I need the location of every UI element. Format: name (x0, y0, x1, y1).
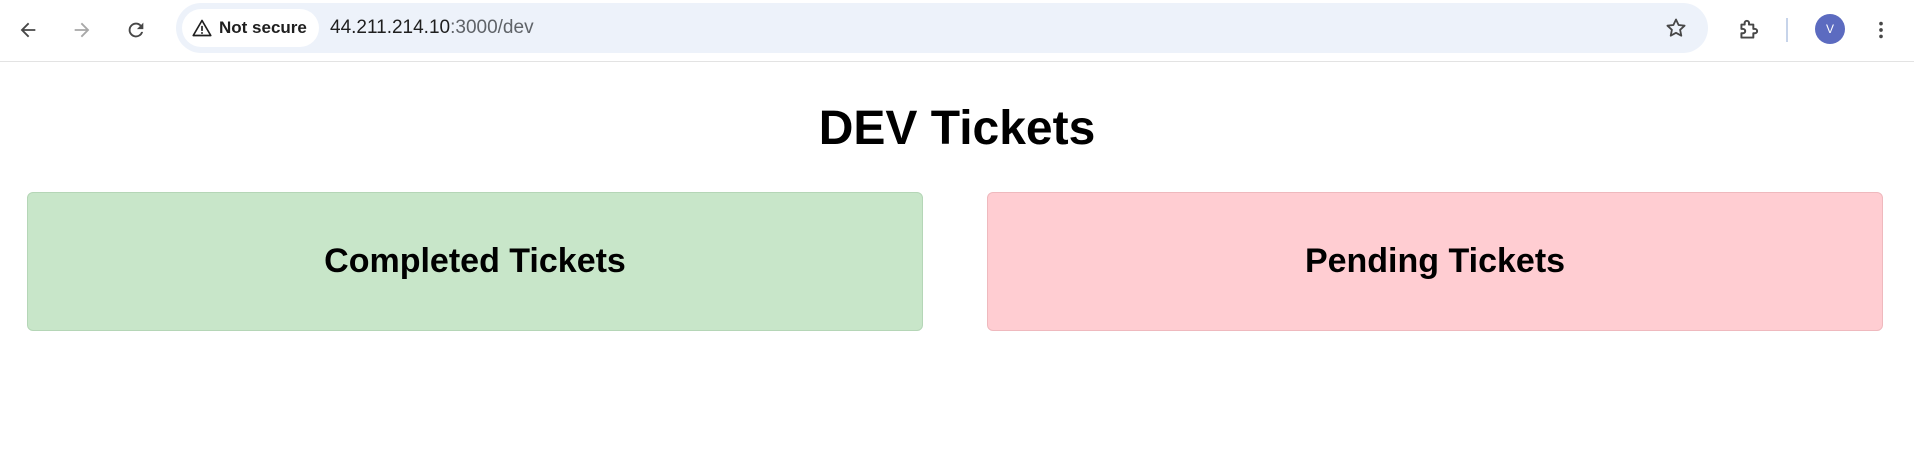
arrow-left-icon (20, 22, 36, 38)
extensions-button[interactable] (1731, 12, 1767, 48)
menu-button[interactable] (1863, 12, 1899, 48)
toolbar-divider (1786, 18, 1788, 42)
bookmark-button[interactable] (1658, 10, 1694, 46)
puzzle-icon (1740, 19, 1759, 39)
reload-button[interactable] (118, 12, 154, 48)
more-vert-icon (1879, 21, 1883, 39)
arrow-right-icon (74, 22, 90, 38)
star-icon (1666, 18, 1686, 37)
profile-avatar[interactable]: V (1815, 14, 1845, 44)
browser-toolbar: Not secure 44.211.214.10:3000/dev V (0, 0, 1914, 62)
reload-icon (128, 22, 144, 38)
security-chip[interactable]: Not secure (182, 9, 319, 47)
pending-tickets-label: Pending Tickets (1304, 242, 1566, 280)
completed-tickets-card[interactable]: Completed Tickets (27, 192, 923, 331)
page-content: DEV Tickets Completed Tickets Pending Ti… (0, 63, 1914, 451)
url-host: 44.211.214.10 (330, 17, 451, 38)
address-bar[interactable]: Not secure 44.211.214.10:3000/dev (176, 3, 1708, 53)
page-title: DEV Tickets (818, 102, 1096, 155)
forward-button[interactable] (64, 12, 100, 48)
url-path: :3000/dev (450, 17, 534, 38)
pending-tickets-card[interactable]: Pending Tickets (987, 192, 1883, 331)
warning-triangle-icon (192, 19, 212, 37)
url-text[interactable]: 44.211.214.10:3000/dev (330, 3, 534, 53)
security-label: Not secure (219, 18, 307, 37)
back-button[interactable] (10, 12, 46, 48)
completed-tickets-label: Completed Tickets (324, 242, 626, 280)
